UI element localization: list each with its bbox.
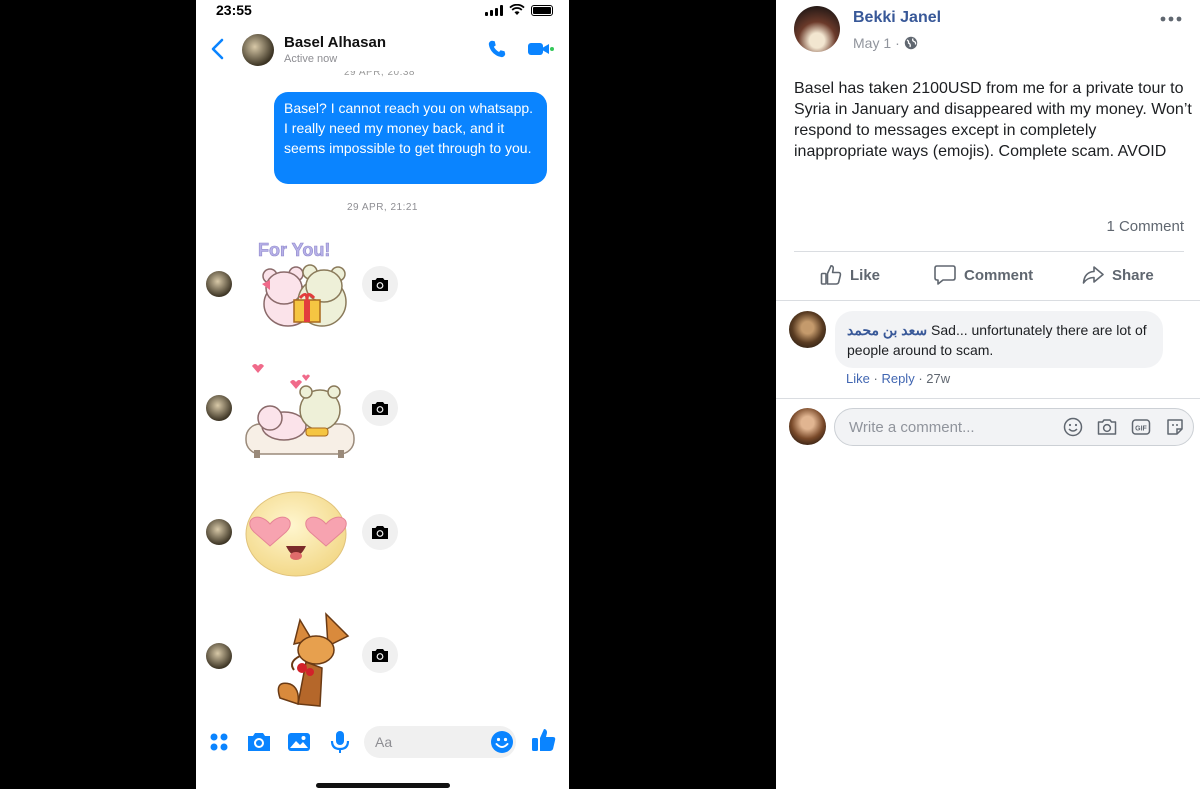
sender-avatar <box>206 519 232 545</box>
comment-label: Comment <box>964 266 1034 284</box>
facebook-post: Bekki Janel May 1 · Basel has taken 2100… <box>776 0 1200 789</box>
camera-icon <box>372 402 388 415</box>
back-chevron-icon[interactable] <box>210 38 226 60</box>
comment-reply-link[interactable]: Reply <box>881 371 914 386</box>
home-indicator <box>316 783 450 788</box>
contact-name[interactable]: Basel Alhasan <box>284 34 386 51</box>
current-user-avatar <box>789 408 826 445</box>
separator-dot: · <box>918 371 923 386</box>
sticker-camera-button[interactable] <box>362 514 398 550</box>
cellular-signal-icon <box>485 4 503 16</box>
camera-icon[interactable] <box>247 730 271 754</box>
photo-gallery-icon[interactable] <box>287 730 311 754</box>
sticker-icon[interactable] <box>1165 417 1185 437</box>
sticker-bears-on-sofa[interactable] <box>240 360 360 464</box>
emoji-icon[interactable] <box>490 730 514 754</box>
message-timestamp: 29 APR, 21:21 <box>347 202 418 213</box>
sticker-camera-button[interactable] <box>362 637 398 673</box>
share-button[interactable]: Share <box>1082 264 1154 286</box>
camera-icon <box>372 649 388 662</box>
write-comment-placeholder: Write a comment... <box>849 419 975 436</box>
sticker-caption: For You! <box>258 240 330 260</box>
phone-call-icon[interactable] <box>486 38 508 60</box>
separator-dot: · <box>873 371 878 386</box>
messenger-phone-screen: 23:55 Basel Alhasan Active now 29 APR, 2… <box>196 0 569 789</box>
gif-icon[interactable]: GIF <box>1131 417 1151 437</box>
post-author-avatar[interactable] <box>794 6 840 52</box>
screenshot-canvas: 23:55 Basel Alhasan Active now 29 APR, 2… <box>0 0 1200 789</box>
status-icons <box>485 4 553 16</box>
post-author-name[interactable]: Bekki Janel <box>853 9 941 27</box>
thumbs-up-icon <box>820 265 842 285</box>
ios-status-bar: 23:55 <box>196 0 569 22</box>
write-comment-input[interactable]: Write a comment... GIF <box>834 408 1194 446</box>
comment-like-link[interactable]: Like <box>846 371 870 386</box>
comment-bubble-icon <box>934 265 956 285</box>
more-apps-icon[interactable] <box>207 730 231 754</box>
sender-avatar <box>206 395 232 421</box>
chat-header: Basel Alhasan Active now <box>196 26 569 72</box>
sender-avatar <box>206 271 232 297</box>
contact-avatar[interactable] <box>242 34 274 66</box>
comment-actions: Like · Reply · 27w <box>846 371 950 386</box>
status-time: 23:55 <box>216 2 252 18</box>
more-options-icon[interactable] <box>1160 16 1182 22</box>
comment-age[interactable]: 27w <box>926 371 950 386</box>
comment-author[interactable]: سعد بن محمد <box>847 322 927 338</box>
camera-icon <box>372 526 388 539</box>
sticker-heart-eyes-emoji[interactable] <box>242 484 352 580</box>
divider <box>794 251 1184 252</box>
commenter-avatar[interactable] <box>789 311 826 348</box>
divider <box>776 300 1200 301</box>
like-label: Like <box>850 266 881 284</box>
sticker-camera-button[interactable] <box>362 390 398 426</box>
sender-avatar <box>206 643 232 669</box>
comment-count-link[interactable]: 1 Comment <box>1106 218 1184 235</box>
like-button[interactable]: Like <box>820 264 880 286</box>
sticker-bears-for-you[interactable]: For You! <box>240 232 360 332</box>
sent-message-bubble[interactable]: Basel? I cannot reach you on whatsapp. I… <box>274 92 547 184</box>
svg-text:GIF: GIF <box>1135 426 1147 433</box>
thumbs-up-icon[interactable] <box>531 727 557 753</box>
wifi-icon <box>509 4 525 15</box>
comment-input-icons: GIF <box>1063 417 1185 437</box>
camera-icon[interactable] <box>1097 417 1117 437</box>
globe-icon <box>904 36 917 50</box>
battery-icon <box>531 4 553 16</box>
post-body: Basel has taken 2100USD from me for a pr… <box>794 80 1192 160</box>
message-composer: Aa <box>196 718 569 766</box>
post-meta: May 1 · <box>853 35 918 51</box>
camera-icon <box>372 278 388 291</box>
divider <box>776 398 1200 399</box>
meta-separator: · <box>895 35 900 51</box>
post-date[interactable]: May 1 <box>853 35 891 51</box>
microphone-icon[interactable] <box>328 730 352 754</box>
video-call-icon[interactable] <box>528 40 554 58</box>
comment-bubble: سعد بن محمد Sad... unfortunately there a… <box>835 311 1163 368</box>
emoji-icon[interactable] <box>1063 417 1083 437</box>
share-arrow-icon <box>1082 266 1104 284</box>
comment-button[interactable]: Comment <box>934 264 1033 286</box>
sticker-fox[interactable] <box>270 610 352 710</box>
share-label: Share <box>1112 266 1154 284</box>
sticker-camera-button[interactable] <box>362 266 398 302</box>
contact-active-status: Active now <box>284 53 338 65</box>
